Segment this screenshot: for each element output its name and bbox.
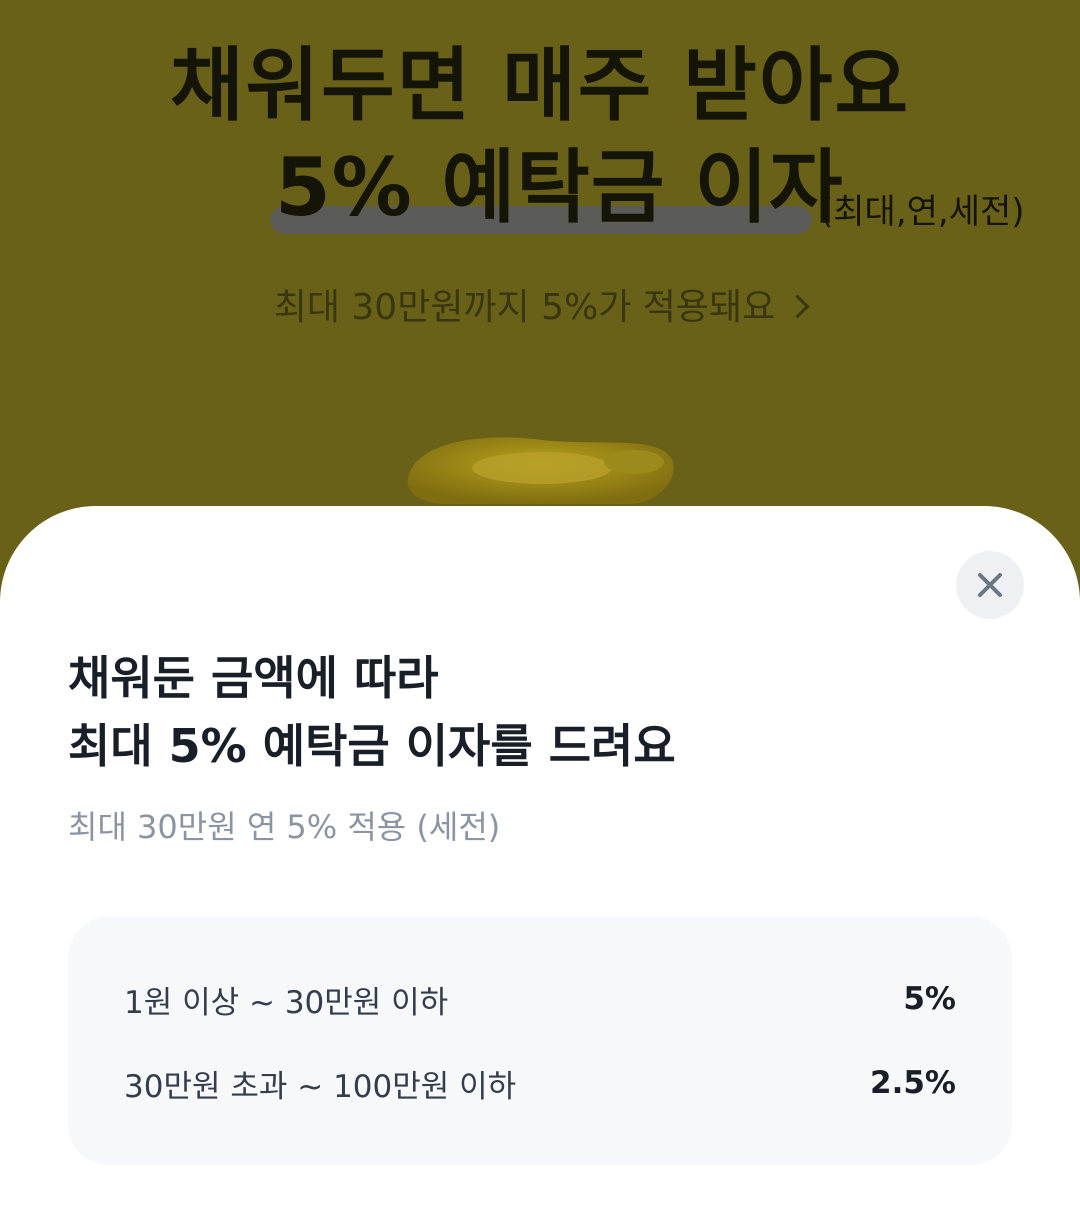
promo-title-note: (최대,연,세전) [820,192,1025,232]
rate-range: 30만원 초과 ~ 100만원 이하 [124,1068,517,1105]
rate-value: 2.5% [870,1065,956,1101]
rate-range: 1원 이상 ~ 30만원 이하 [124,984,449,1021]
rate-row: 30만원 초과 ~ 100만원 이하 2.5% [124,1061,956,1105]
rate-value: 5% [903,981,956,1017]
sheet-description: 최대 30만원 연 5% 적용 (세전) [68,808,501,846]
close-button[interactable] [956,551,1024,619]
sheet-title-line1: 채워둔 금액에 따라 [68,651,439,705]
sheet-title-line2: 최대 5% 예탁금 이자를 드려요 [68,719,676,773]
promo-subtitle-text: 최대 30만원까지 5%가 적용돼요 [273,287,776,328]
promo-title-line1: 채워두면 매주 받아요 [169,39,911,132]
bottom-sheet: 채워둔 금액에 따라 최대 5% 예탁금 이자를 드려요 최대 30만원 연 5… [0,506,1080,1207]
promo-title-line2: 5% 예탁금 이자 [275,141,844,234]
rate-row: 1원 이상 ~ 30만원 이하 5% [124,977,956,1021]
chevron-right-icon [785,294,810,319]
sheet-title: 채워둔 금액에 따라 최대 5% 예탁금 이자를 드려요 [68,644,676,780]
rate-table: 1원 이상 ~ 30만원 이하 5% 30만원 초과 ~ 100만원 이하 2.… [68,917,1012,1165]
close-icon [978,573,1002,597]
promo-title-line2-wrap: 5% 예탁금 이자 (최대,연,세전) [0,140,1080,240]
promo-subtitle-link[interactable]: 최대 30만원까지 5%가 적용돼요 [0,278,1080,330]
promo-background: 채워두면 매주 받아요 5% 예탁금 이자 (최대,연,세전) 최대 30만원까… [0,0,1080,560]
